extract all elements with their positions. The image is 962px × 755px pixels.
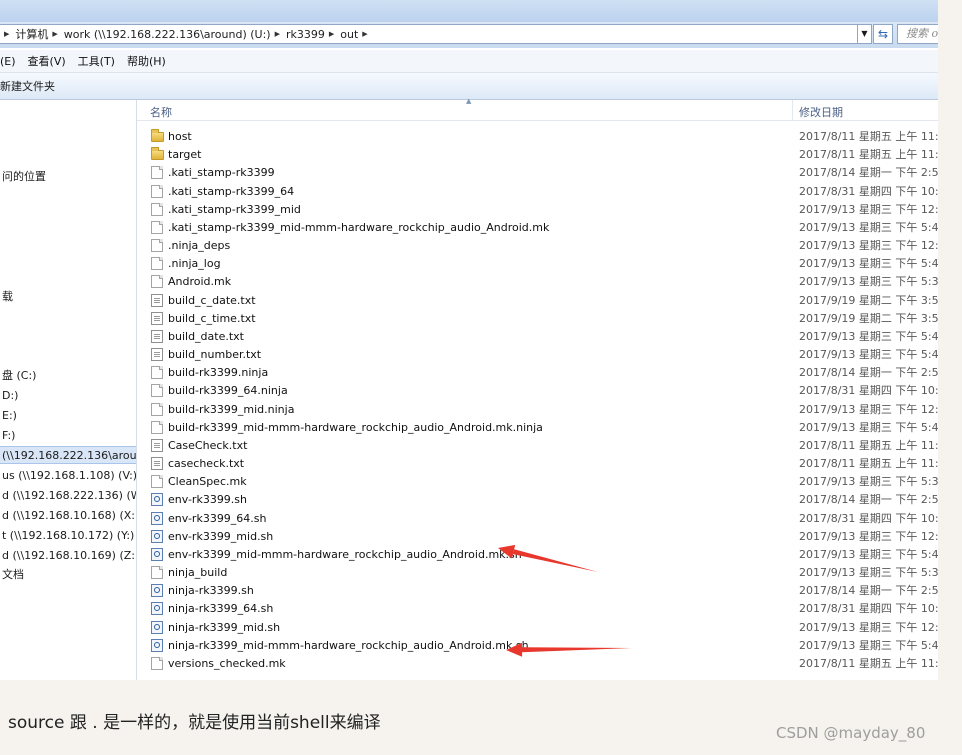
annotation-arrow-1 (498, 544, 598, 572)
arrowhead-icon (506, 642, 523, 657)
annotation-arrow-2 (506, 642, 632, 657)
arrow-shaft (512, 549, 598, 572)
caption-text: source 跟 . 是一样的，就是使用当前shell来编译 (8, 713, 381, 733)
watermark: CSDN @mayday_80 (776, 724, 926, 742)
annotation-overlay (498, 544, 632, 657)
arrow-shaft (521, 647, 632, 653)
arrowhead-icon (498, 544, 516, 559)
